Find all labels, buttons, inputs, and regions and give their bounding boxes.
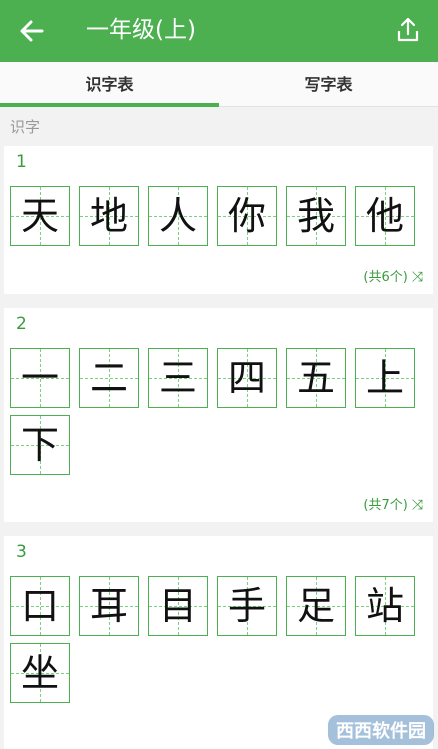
char-cell[interactable]: 五 [286,348,346,408]
share-button[interactable] [392,14,424,46]
char-cell[interactable]: 足 [286,576,346,636]
char-cell[interactable]: 四 [217,348,277,408]
section-label: 识字 [10,118,41,136]
char: 站 [365,584,404,628]
char: 目 [158,584,197,628]
char: 人 [158,194,197,238]
char-cell[interactable]: 口 [10,576,70,636]
char: 他 [365,194,404,238]
char-cell[interactable]: 三 [148,348,208,408]
tab-literacy-label: 识字表 [85,75,134,94]
char-group-card: 1 天 地 人 你 我 他 (共6个) ⤨ [4,146,433,294]
char-cell[interactable]: 耳 [79,576,139,636]
group-number: 2 [16,314,27,334]
char: 手 [227,584,266,628]
char-cell[interactable]: 坐 [10,643,70,703]
char: 三 [158,356,197,400]
tab-writing-label: 写字表 [304,75,353,94]
tab-writing[interactable]: 写字表 [219,62,438,106]
char-cell[interactable]: 目 [148,576,208,636]
app-header: 一年级(上) [0,0,438,62]
char-cell[interactable]: 人 [148,186,208,246]
char: 你 [227,194,266,238]
char-cell[interactable]: 手 [217,576,277,636]
char: 天 [20,194,59,238]
char-cell[interactable]: 上 [355,348,415,408]
shuffle-icon[interactable]: ⤨ [412,269,423,285]
char-count-text: (共7个) [363,498,408,513]
char: 上 [365,356,404,400]
char-count[interactable]: (共7个) ⤨ [363,494,423,513]
group-number: 3 [16,542,27,562]
tab-bar: 识字表 写字表 [0,62,438,107]
char-cell[interactable]: 你 [217,186,277,246]
char: 坐 [20,651,59,695]
tab-literacy[interactable]: 识字表 [0,62,219,106]
char-cell[interactable]: 地 [79,186,139,246]
char-cell[interactable]: 站 [355,576,415,636]
char-count-text: (共6个) [363,270,408,285]
shuffle-icon[interactable]: ⤨ [412,497,423,513]
char: 我 [296,194,335,238]
char-cell[interactable]: 二 [79,348,139,408]
char-cell[interactable]: 他 [355,186,415,246]
char: 下 [20,423,59,467]
char-cell[interactable]: 天 [10,186,70,246]
char-cell[interactable]: 我 [286,186,346,246]
back-button[interactable] [14,13,50,49]
char-cell[interactable]: 下 [10,415,70,475]
char: 四 [227,356,266,400]
share-icon [397,17,419,42]
char: 一 [20,356,59,400]
group-number: 1 [16,152,27,172]
char-count[interactable]: (共6个) ⤨ [363,266,423,285]
char-group-card: 2 一 二 三 四 五 上 下 (共7个) ⤨ [4,308,433,522]
arrow-left-icon [20,20,44,42]
char: 五 [296,356,335,400]
char: 二 [89,356,128,400]
char: 足 [296,584,335,628]
char: 地 [89,194,128,238]
watermark-logo: 西西软件园 [328,715,434,745]
tab-indicator [0,103,219,107]
char: 口 [20,584,59,628]
char: 耳 [89,584,128,628]
page-title: 一年级(上) [86,17,196,43]
char-cell[interactable]: 一 [10,348,70,408]
